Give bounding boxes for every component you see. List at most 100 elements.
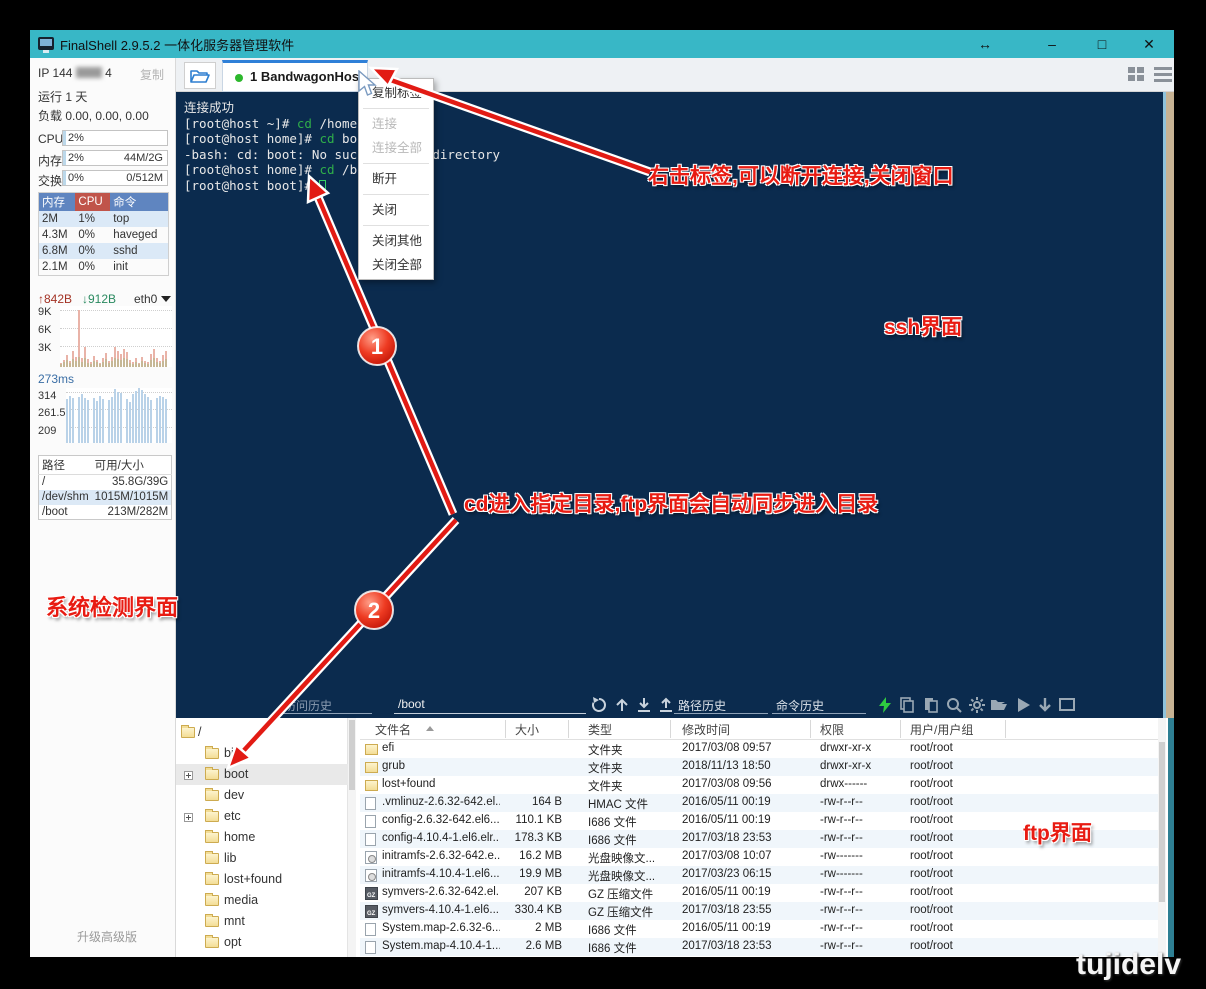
menu-item[interactable]: 关闭	[359, 198, 433, 222]
file-cell-type: I686 文件	[588, 922, 680, 938]
copy-ip-button[interactable]: 复制	[140, 66, 164, 83]
tree-item-lib[interactable]: lib	[176, 848, 348, 869]
tree-item-label: bin	[224, 746, 241, 760]
disk-usage-table[interactable]: 路径可用/大小/35.8G/39G/dev/shm1015M/1015M/boo…	[38, 455, 172, 520]
tree-item-lostfound[interactable]: lost+found	[176, 869, 348, 890]
parent-dir-icon[interactable]	[613, 696, 631, 714]
process-row[interactable]: 6.8M0%sshd	[39, 243, 169, 259]
tree-item-[interactable]: /	[176, 722, 348, 743]
visit-history-field[interactable]: 访问历史	[284, 697, 332, 714]
disc-file-icon	[365, 869, 377, 882]
terminal-line: 连接成功	[184, 100, 500, 116]
disk-col-header[interactable]: 路径	[39, 456, 92, 475]
proc-col-header[interactable]: CPU	[75, 193, 110, 212]
file-row[interactable]: lost+found文件夹2017/03/08 09:56drwx------r…	[360, 776, 1160, 794]
folder-icon	[205, 748, 219, 759]
file-row[interactable]: System.map-4.10.4-1...2.6 MBI686 文件2017/…	[360, 938, 1160, 956]
ping-tick: 209	[38, 425, 56, 437]
file-row[interactable]: symvers-4.10.4-1.el6....330.4 KBGZ 压缩文件2…	[360, 902, 1160, 920]
annotation-ssh-label: ssh界面	[884, 311, 962, 341]
file-row[interactable]: grub文件夹2018/11/13 18:50drwxr-xr-xroot/ro…	[360, 758, 1160, 776]
grid-view-icon[interactable]	[1128, 67, 1146, 83]
file-list-scrollbar[interactable]	[1158, 718, 1166, 957]
folder-icon	[205, 769, 219, 780]
file-cell-size: 164 B	[480, 796, 562, 808]
tree-item-dev[interactable]: dev	[176, 785, 348, 806]
folder-icon	[181, 727, 195, 738]
tab-bandwagonhost[interactable]: 1 BandwagonHost	[222, 60, 368, 92]
close-button[interactable]: ✕	[1132, 30, 1166, 58]
proc-col-header[interactable]: 内存	[39, 193, 76, 212]
file-row[interactable]: System.map-2.6.32-6...2 MBI686 文件2016/05…	[360, 920, 1160, 938]
file-cell-perm: -rw-r--r--	[820, 832, 905, 844]
pull-down-icon[interactable]	[1036, 696, 1054, 714]
expander-icon[interactable]	[184, 771, 193, 780]
file-col-header[interactable]: 类型	[588, 721, 612, 738]
file-cell-perm: -rw-r--r--	[820, 796, 905, 808]
tree-item-media[interactable]: media	[176, 890, 348, 911]
process-row[interactable]: 2.1M0%init	[39, 259, 169, 275]
disk-row[interactable]: /dev/shm1015M/1015M	[39, 490, 172, 505]
file-row[interactable]: efi文件夹2017/03/08 09:57drwxr-xr-xroot/roo…	[360, 740, 1160, 758]
tree-item-bin[interactable]: bin	[176, 743, 348, 764]
file-col-header[interactable]: 权限	[820, 721, 844, 738]
process-table[interactable]: 内存CPU命令2M1%top4.3M0%haveged6.8M0%sshd2.1…	[38, 192, 169, 276]
file-cell-owner: root/root	[910, 850, 990, 862]
menu-item[interactable]: 关闭其他	[359, 229, 433, 253]
process-row[interactable]: 2M1%top	[39, 211, 169, 227]
file-col-header[interactable]: 用户/用户组	[910, 721, 973, 738]
server-ip: IP 144 4	[38, 66, 112, 80]
tree-item-home[interactable]: home	[176, 827, 348, 848]
tree-item-boot[interactable]: boot	[176, 764, 348, 785]
uptime-label: 运行 1 天	[38, 88, 87, 105]
list-view-icon[interactable]	[1154, 67, 1172, 83]
connected-dot-icon	[235, 74, 243, 82]
disk-row[interactable]: /35.8G/39G	[39, 475, 172, 490]
refresh-icon[interactable]	[590, 696, 608, 714]
power-lightning-icon[interactable]	[876, 696, 894, 714]
tree-item-mnt[interactable]: mnt	[176, 911, 348, 932]
proc-col-header[interactable]: 命令	[110, 193, 168, 212]
search-icon[interactable]	[945, 696, 963, 714]
annotation-cd-note: cd进入指定目录,ftp界面会自动同步进入目录	[464, 488, 878, 518]
menu-item[interactable]: 关闭全部	[359, 253, 433, 277]
disk-col-header[interactable]: 可用/大小	[92, 456, 172, 475]
file-col-header[interactable]: 文件名	[375, 721, 411, 738]
drag-resize-icon[interactable]: ↔	[968, 30, 1002, 58]
settings-gear-icon[interactable]	[968, 696, 986, 714]
disk-row[interactable]: /boot213M/282M	[39, 505, 172, 520]
copy-icon[interactable]	[898, 696, 916, 714]
cmd-history-field[interactable]: 命令历史	[776, 697, 824, 714]
file-row[interactable]: initramfs-4.10.4-1.el6....19.9 MB光盘映像文..…	[360, 866, 1160, 884]
path-field[interactable]: /boot	[398, 697, 425, 711]
open-connection-button[interactable]	[184, 62, 216, 89]
process-row[interactable]: 4.3M0%haveged	[39, 227, 169, 243]
upload-icon[interactable]	[657, 696, 675, 714]
minimize-button[interactable]: –	[1035, 30, 1069, 58]
file-cell-size: 110.1 KB	[480, 814, 562, 826]
upgrade-link[interactable]: 升级高级版	[77, 928, 137, 945]
net-iface-select[interactable]: eth0	[134, 292, 171, 306]
download-icon[interactable]	[635, 696, 653, 714]
tree-scrollbar[interactable]	[348, 718, 356, 957]
path-history-field[interactable]: 路径历史	[678, 697, 726, 714]
maximize-button[interactable]: □	[1085, 30, 1119, 58]
file-row[interactable]: initramfs-2.6.32-642.e...16.2 MB光盘映像文...…	[360, 848, 1160, 866]
file-row[interactable]: symvers-2.6.32-642.el...207 KBGZ 压缩文件201…	[360, 884, 1160, 902]
run-play-icon[interactable]	[1014, 696, 1032, 714]
ping-tick: 261.5	[38, 407, 66, 419]
ftp-right-edge	[1168, 718, 1174, 957]
file-row[interactable]: .vmlinuz-2.6.32-642.el...164 BHMAC 文件201…	[360, 794, 1160, 812]
tree-item-opt[interactable]: opt	[176, 932, 348, 953]
tree-item-etc[interactable]: etc	[176, 806, 348, 827]
menu-item[interactable]: 断开	[359, 167, 433, 191]
file-file-icon	[365, 923, 376, 936]
paste-icon[interactable]	[922, 696, 940, 714]
file-cell-owner: root/root	[910, 904, 990, 916]
expander-icon[interactable]	[184, 813, 193, 822]
file-col-header[interactable]: 修改时间	[682, 721, 730, 738]
file-col-header[interactable]: 大小	[515, 721, 539, 738]
window-icon[interactable]	[1058, 696, 1076, 714]
annotation-tab-note: 右击标签,可以断开连接,关闭窗口	[648, 160, 954, 190]
open-folder-icon[interactable]	[990, 696, 1008, 714]
